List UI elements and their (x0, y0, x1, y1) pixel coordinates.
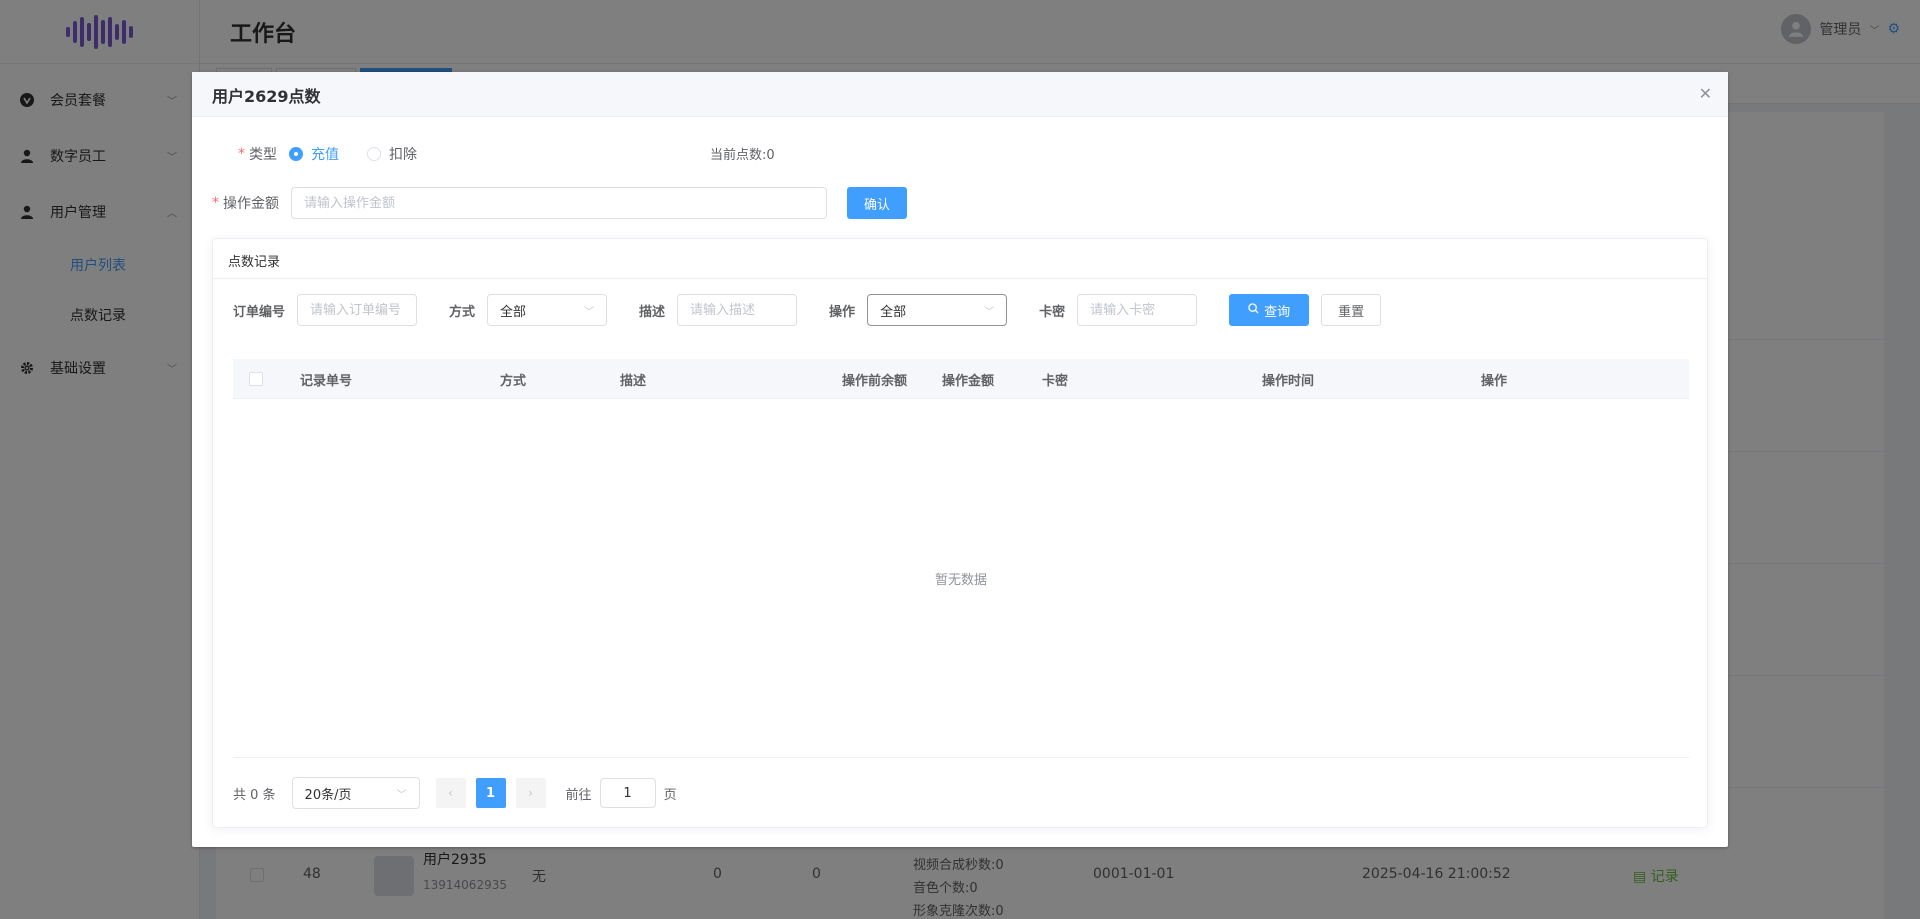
chevron-down-icon: ﹀ (396, 789, 407, 801)
page-size-select[interactable]: 20条/页 ﹀ (291, 777, 420, 809)
search-icon (1248, 303, 1259, 317)
prev-page-button[interactable]: ‹ (435, 778, 466, 808)
next-page-button[interactable]: › (515, 778, 546, 808)
radio-recharge-label: 充值 (311, 147, 339, 163)
filter-bar: 订单编号 方式 全部 ﹀ 描述 操作 全部 ﹀ 卡密 查询 重置 (233, 294, 1382, 326)
card-filter-label: 卡密 (1039, 304, 1066, 320)
column-header-record-no: 记录单号 (300, 374, 353, 389)
select-all-checkbox[interactable] (249, 372, 263, 386)
goto-page-input[interactable] (599, 778, 656, 808)
query-button[interactable]: 查询 (1229, 294, 1310, 326)
radio-deduct-label: 扣除 (389, 147, 417, 163)
goto-label: 前往 (565, 787, 592, 803)
description-input[interactable] (677, 294, 798, 326)
radio-unchecked-icon (367, 147, 381, 161)
radio-deduct[interactable]: 扣除 (367, 144, 417, 164)
required-asterisk: * (212, 195, 219, 211)
empty-state-text: 暂无数据 (934, 573, 987, 588)
column-header-card-secret: 卡密 (1042, 374, 1069, 389)
amount-label: 操作金额 (223, 196, 279, 212)
radio-recharge[interactable]: 充值 (289, 144, 339, 164)
method-select[interactable]: 全部 ﹀ (487, 294, 608, 326)
column-header-method: 方式 (500, 374, 527, 389)
confirm-button[interactable]: 确认 (847, 187, 907, 219)
chevron-down-icon: ﹀ (984, 306, 995, 318)
column-header-operation-time: 操作时间 (1262, 374, 1315, 389)
type-label: 类型 (249, 147, 277, 163)
method-select-value: 全部 (500, 304, 527, 320)
operation-select[interactable]: 全部 ﹀ (867, 294, 1008, 326)
amount-row: * 操作金额 确认 (212, 187, 907, 219)
radio-checked-icon (289, 147, 303, 161)
table-divider (233, 757, 1689, 758)
page-suffix: 页 (663, 787, 677, 803)
desc-filter-label: 描述 (639, 304, 666, 320)
method-filter-label: 方式 (449, 304, 476, 320)
records-table-header: 记录单号 方式 描述 操作前余额 操作金额 卡密 操作时间 操作 (233, 359, 1689, 399)
dialog-title: 用户2629点数 (212, 87, 321, 106)
pagination: 共 0 条 20条/页 ﹀ ‹ 1 › 前往 页 (233, 777, 677, 809)
order-filter-label: 订单编号 (233, 304, 286, 320)
query-button-label: 查询 (1264, 304, 1291, 320)
column-header-balance-before: 操作前余额 (842, 374, 908, 389)
reset-button[interactable]: 重置 (1321, 294, 1382, 326)
page-size-value: 20条/页 (304, 787, 352, 803)
column-header-action: 操作 (1481, 374, 1508, 389)
records-card: 点数记录 订单编号 方式 全部 ﹀ 描述 操作 全部 ﹀ 卡密 (212, 238, 1708, 828)
type-row: * 类型 充值 扣除 (238, 144, 445, 164)
amount-input[interactable] (291, 187, 827, 219)
operation-select-value: 全部 (880, 304, 907, 320)
chevron-down-icon: ﹀ (584, 306, 595, 318)
column-header-description: 描述 (620, 374, 647, 389)
pagination-total: 共 0 条 (233, 787, 276, 803)
op-filter-label: 操作 (829, 304, 856, 320)
points-dialog: 用户2629点数 ✕ * 类型 充值 扣除 当前点数:0 * 操作金额 确认 点… (192, 72, 1728, 847)
card-title: 点数记录 (228, 255, 281, 270)
page-number-current[interactable]: 1 (475, 778, 506, 808)
order-number-input[interactable] (297, 294, 418, 326)
current-points: 当前点数:0 (710, 144, 775, 163)
dialog-header: 用户2629点数 ✕ (192, 72, 1728, 117)
close-icon[interactable]: ✕ (1699, 84, 1712, 103)
current-points-text: 当前点数:0 (710, 148, 775, 163)
card-header: 点数记录 (213, 239, 1707, 279)
column-header-amount: 操作金额 (942, 374, 995, 389)
card-secret-input[interactable] (1077, 294, 1198, 326)
required-asterisk: * (238, 146, 245, 162)
